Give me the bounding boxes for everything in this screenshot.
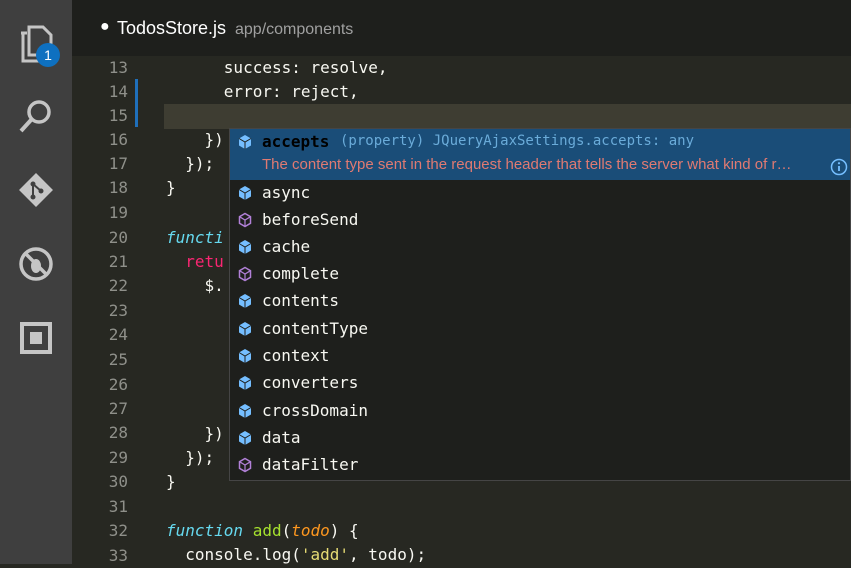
line-number: 27	[108, 399, 128, 418]
editor-tab-filename[interactable]: TodosStore.js	[117, 18, 226, 39]
suggest-label: complete	[262, 264, 340, 283]
line-number: 26	[108, 375, 128, 394]
line-number: 22	[108, 276, 128, 295]
line-number: 23	[108, 301, 128, 320]
suggest-label: cache	[262, 237, 311, 256]
debug-icon	[19, 247, 53, 281]
editor-tab-path: app/components	[235, 21, 354, 38]
suggest-label: dataFilter	[262, 455, 359, 474]
string-literal: 'add'	[300, 545, 350, 564]
suggest-label: accepts	[262, 132, 330, 151]
suggest-item[interactable]: contents	[230, 287, 850, 314]
property-icon	[238, 135, 252, 149]
suggest-item[interactable]: complete	[230, 260, 850, 287]
suggest-label: async	[262, 183, 311, 202]
suggest-item[interactable]: converters	[230, 369, 850, 396]
line-number: 15	[108, 106, 128, 125]
suggest-label: converters	[262, 373, 359, 392]
suggest-item[interactable]: crossDomain	[230, 397, 850, 424]
line-number: 18	[108, 178, 128, 197]
editor-title-bar: ● TodosStore.js app/components	[72, 0, 851, 56]
suggest-item[interactable]: beforeSend	[230, 206, 850, 233]
property-icon	[238, 185, 252, 200]
line-number: 16	[108, 130, 128, 149]
parameter: todo	[291, 521, 330, 540]
property-icon	[238, 403, 252, 418]
current-line-highlight	[164, 104, 851, 129]
git-icon	[19, 173, 53, 207]
line-number: 29	[108, 448, 128, 467]
explorer-button[interactable]	[0, 14, 72, 74]
line-number-gutter: 13 14 15 16 17 18 19 20 21 22 23 24 25 2…	[72, 56, 142, 565]
line-number: 20	[108, 228, 128, 247]
line-number: 28	[108, 423, 128, 442]
line-number: 14	[108, 82, 128, 101]
method-icon	[238, 266, 252, 281]
line-number: 19	[108, 203, 128, 222]
suggest-widget: accepts (property) JQueryAjaxSettings.ac…	[229, 128, 851, 481]
suggest-item[interactable]: async	[230, 179, 850, 206]
suggest-type-info: (property) JQueryAjaxSettings.accepts: a…	[340, 133, 695, 149]
info-icon[interactable]	[830, 158, 848, 176]
console-call: console.log(	[166, 545, 301, 564]
debug-button[interactable]	[0, 234, 72, 294]
code-line-32[interactable]: function add(todo) {	[166, 519, 851, 543]
code-line-13[interactable]: success: resolve,	[166, 56, 851, 80]
suggest-item[interactable]: data	[230, 424, 850, 451]
method-icon	[238, 212, 252, 227]
git-button[interactable]	[0, 160, 72, 220]
line-number: 21	[108, 252, 128, 271]
line-number: 30	[108, 472, 128, 491]
activity-bar: 1	[0, 0, 72, 564]
suggest-label: contentType	[262, 319, 368, 338]
property-icon	[238, 348, 252, 363]
extensions-icon	[20, 322, 52, 354]
suggest-label: contents	[262, 291, 340, 310]
property-icon	[238, 375, 252, 390]
line-number: 31	[108, 497, 128, 516]
line-number: 24	[108, 325, 128, 344]
method-icon	[238, 457, 252, 472]
search-button[interactable]	[0, 86, 72, 146]
function-name: add	[252, 521, 282, 540]
property-icon	[238, 321, 252, 336]
suggest-label: context	[262, 346, 330, 365]
code-line-33[interactable]: console.log('add', todo);	[166, 543, 851, 567]
line-number: 13	[108, 58, 128, 77]
modified-indicator: ●	[100, 18, 110, 35]
suggest-label: crossDomain	[262, 401, 368, 420]
suggest-item[interactable]: dataFilter	[230, 451, 850, 478]
property-icon	[238, 430, 252, 445]
suggest-documentation: The content type sent in the request hea…	[262, 156, 792, 173]
call-rest: , todo);	[349, 545, 427, 564]
suggest-label: data	[262, 428, 301, 447]
extensions-button[interactable]	[0, 308, 72, 368]
suggest-label: beforeSend	[262, 210, 359, 229]
property-icon	[238, 239, 252, 254]
line-number: 25	[108, 350, 128, 369]
paren-close: ) {	[329, 521, 359, 540]
suggest-item[interactable]: contentType	[230, 315, 850, 342]
line-number: 32	[108, 521, 128, 540]
line-number: 33	[108, 546, 128, 565]
search-icon	[19, 100, 51, 133]
property-icon	[238, 293, 252, 308]
suggest-item[interactable]: cache	[230, 233, 850, 260]
paren-open: (	[281, 521, 292, 540]
suggest-item-selected[interactable]: accepts (property) JQueryAjaxSettings.ac…	[230, 129, 850, 180]
explorer-badge: 1	[36, 43, 60, 67]
line-number: 17	[108, 154, 128, 173]
keyword-function: function	[166, 521, 244, 540]
suggest-item[interactable]: context	[230, 342, 850, 369]
code-line-14[interactable]: error: reject,	[166, 80, 851, 104]
